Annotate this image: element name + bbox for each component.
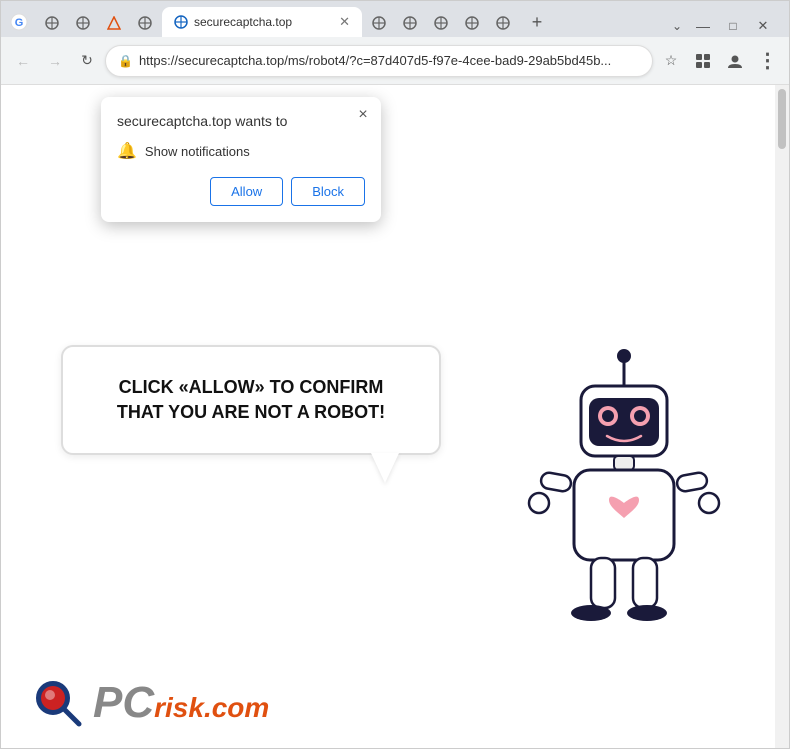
tab-icon-9[interactable] (488, 9, 518, 37)
close-window-button[interactable]: ✕ (749, 15, 777, 37)
notification-permission-row: 🔔 Show notifications (117, 141, 365, 161)
url-text: https://securecaptcha.top/ms/robot4/?c=8… (139, 53, 640, 68)
pcrisk-logo: PC risk .com (31, 676, 269, 730)
popup-title: securecaptcha.top wants to (117, 113, 365, 129)
speech-bubble-text: CLICK «ALLOW» TO CONFIRM THAT YOU ARE NO… (99, 375, 403, 425)
speech-bubble-container: CLICK «ALLOW» TO CONFIRM THAT YOU ARE NO… (61, 345, 441, 455)
tab-icon-5[interactable] (364, 9, 394, 37)
bookmark-button[interactable]: ☆ (657, 47, 685, 75)
robot-svg (519, 348, 729, 658)
tab-icon-7[interactable] (426, 9, 456, 37)
maximize-button[interactable]: □ (719, 15, 747, 37)
tab-icon-3[interactable] (99, 9, 129, 37)
allow-button[interactable]: Allow (210, 177, 283, 206)
popup-close-button[interactable]: × (353, 105, 373, 125)
notification-permission-popup: × securecaptcha.top wants to 🔔 Show noti… (101, 97, 381, 222)
active-tab-title: securecaptcha.top (194, 15, 292, 29)
forward-button[interactable]: → (41, 47, 69, 75)
back-button[interactable]: ← (9, 47, 37, 75)
google-favicon: G (10, 13, 28, 31)
tab-icon-4[interactable] (130, 9, 160, 37)
popup-buttons: Allow Block (117, 177, 365, 206)
tab-list-button[interactable]: ⌄ (667, 16, 687, 36)
svg-text:G: G (15, 17, 24, 29)
address-actions: ☆ ⋮ (657, 47, 781, 75)
tab-icon-1[interactable] (37, 9, 67, 37)
address-bar-area: ← → ↻ 🔒 https://securecaptcha.top/ms/rob… (1, 37, 789, 85)
tab-icon-2[interactable] (68, 9, 98, 37)
scrollbar-thumb[interactable] (778, 89, 786, 149)
block-button[interactable]: Block (291, 177, 365, 206)
reload-button[interactable]: ↻ (73, 47, 101, 75)
active-tab-favicon (174, 15, 188, 29)
browser-frame: G securecaptcha.top (0, 0, 790, 749)
tab-icon-6[interactable] (395, 9, 425, 37)
lock-icon: 🔒 (118, 54, 133, 68)
address-bar[interactable]: 🔒 https://securecaptcha.top/ms/robot4/?c… (105, 45, 653, 77)
permission-text: Show notifications (145, 144, 250, 159)
scrollbar[interactable] (775, 85, 789, 748)
pcrisk-dotcom-text: .com (204, 692, 269, 724)
pcrisk-icon (31, 676, 85, 730)
pcrisk-risk-text: risk (154, 692, 204, 724)
profile-button[interactable] (721, 47, 749, 75)
bell-icon: 🔔 (117, 141, 137, 161)
tab-close-btn[interactable]: ✕ (339, 14, 350, 30)
new-tab-button[interactable]: + (522, 7, 552, 37)
pcrisk-text: PC risk .com (93, 678, 269, 728)
robot-illustration (519, 348, 729, 668)
menu-button[interactable]: ⋮ (753, 47, 781, 75)
pcrisk-pc-text: PC (93, 678, 154, 728)
minimize-button[interactable]: — (689, 15, 717, 37)
page-area: × securecaptcha.top wants to 🔔 Show noti… (1, 85, 789, 748)
extensions-button[interactable] (689, 47, 717, 75)
active-tab[interactable]: securecaptcha.top ✕ (162, 7, 362, 37)
tab-icon-8[interactable] (457, 9, 487, 37)
speech-bubble: CLICK «ALLOW» TO CONFIRM THAT YOU ARE NO… (61, 345, 441, 455)
tab-bar: G securecaptcha.top (1, 1, 789, 37)
